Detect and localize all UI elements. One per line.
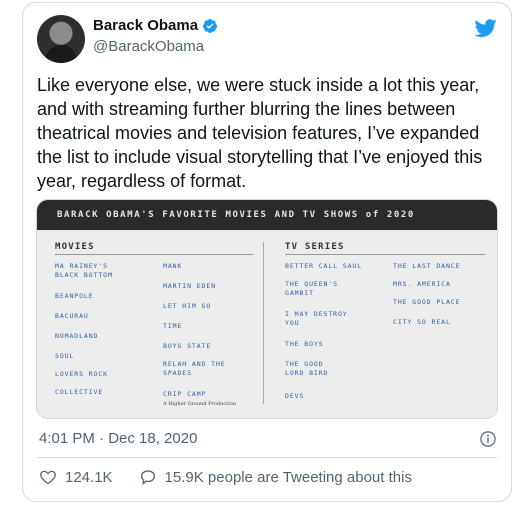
author-name[interactable]: Barack Obama: [93, 17, 198, 34]
divider: [37, 457, 497, 458]
tv-title: TV SERIES: [285, 242, 345, 252]
info-icon[interactable]: [479, 430, 497, 448]
movie-entry: LOVERS ROCK: [55, 370, 108, 378]
movie-entry: MARTIN EDEN: [163, 282, 216, 290]
movie-entry: SOUL: [55, 352, 75, 360]
tweeting-count: 15.9K people are Tweeting about this: [164, 468, 412, 486]
tv-entry: THE GOOD LORD BIRD: [285, 360, 329, 377]
like-count: 124.1K: [65, 468, 113, 486]
tv-entry: BETTER CALL SAUL: [285, 262, 363, 270]
movie-entry: CRIP CAMP: [163, 390, 207, 398]
movie-entry: NOMADLAND: [55, 332, 99, 340]
tv-entry: THE GOOD PLACE: [393, 298, 461, 306]
movie-entry: TIME: [163, 322, 183, 330]
tv-entry: THE BOYS: [285, 340, 324, 348]
column-divider: [263, 242, 264, 404]
tv-rule: [285, 254, 485, 255]
crip-camp-note: A Higher Ground Production: [163, 401, 236, 407]
movie-entry: MANK: [163, 262, 183, 270]
movies-rule: [55, 254, 253, 255]
author-row: Barack Obama: [93, 17, 218, 34]
image-header: BARACK OBAMA'S FAVORITE MOVIES AND TV SH…: [37, 200, 497, 230]
movie-entry: BEANPOLE: [55, 292, 94, 300]
tv-entry: I MAY DESTROY YOU: [285, 310, 348, 327]
movie-entry: LET HIM GO: [163, 302, 212, 310]
tv-entry: MRS. AMERICA: [393, 280, 451, 288]
movie-entry: MA RAINEY'S BLACK BOTTOM: [55, 262, 113, 279]
verified-badge-icon: [203, 18, 218, 33]
tweet-card[interactable]: Barack Obama @BarackObama Like everyone …: [22, 2, 512, 502]
tv-entry: DEVS: [285, 392, 305, 400]
tv-entry: THE QUEEN'S GAMBIT: [285, 280, 338, 297]
speech-bubble-icon: [140, 470, 155, 485]
tv-entry: THE LAST DANCE: [393, 262, 461, 270]
tweet-image[interactable]: BARACK OBAMA'S FAVORITE MOVIES AND TV SH…: [36, 199, 498, 419]
movie-entry: COLLECTIVE: [55, 388, 104, 396]
movie-entry: BACURAU: [55, 312, 89, 320]
author-handle[interactable]: @BarackObama: [93, 38, 204, 55]
movie-entry: RELAH AND THE SPADES: [163, 360, 226, 377]
movie-entry: BOYS STATE: [163, 342, 212, 350]
like-button[interactable]: 124.1K: [39, 468, 113, 486]
tweet-text: Like everyone else, we were stuck inside…: [37, 75, 483, 191]
twitter-bird-icon[interactable]: [475, 17, 497, 39]
avatar[interactable]: [37, 15, 85, 63]
conversation-button[interactable]: 15.9K people are Tweeting about this: [139, 468, 412, 486]
movies-title: MOVIES: [55, 242, 95, 252]
tv-entry: CITY SO REAL: [393, 318, 451, 326]
tweet-timestamp[interactable]: 4:01 PM · Dec 18, 2020: [39, 430, 197, 447]
actions-bar: 124.1K 15.9K people are Tweeting about t…: [39, 468, 412, 486]
heart-icon: [40, 470, 56, 485]
